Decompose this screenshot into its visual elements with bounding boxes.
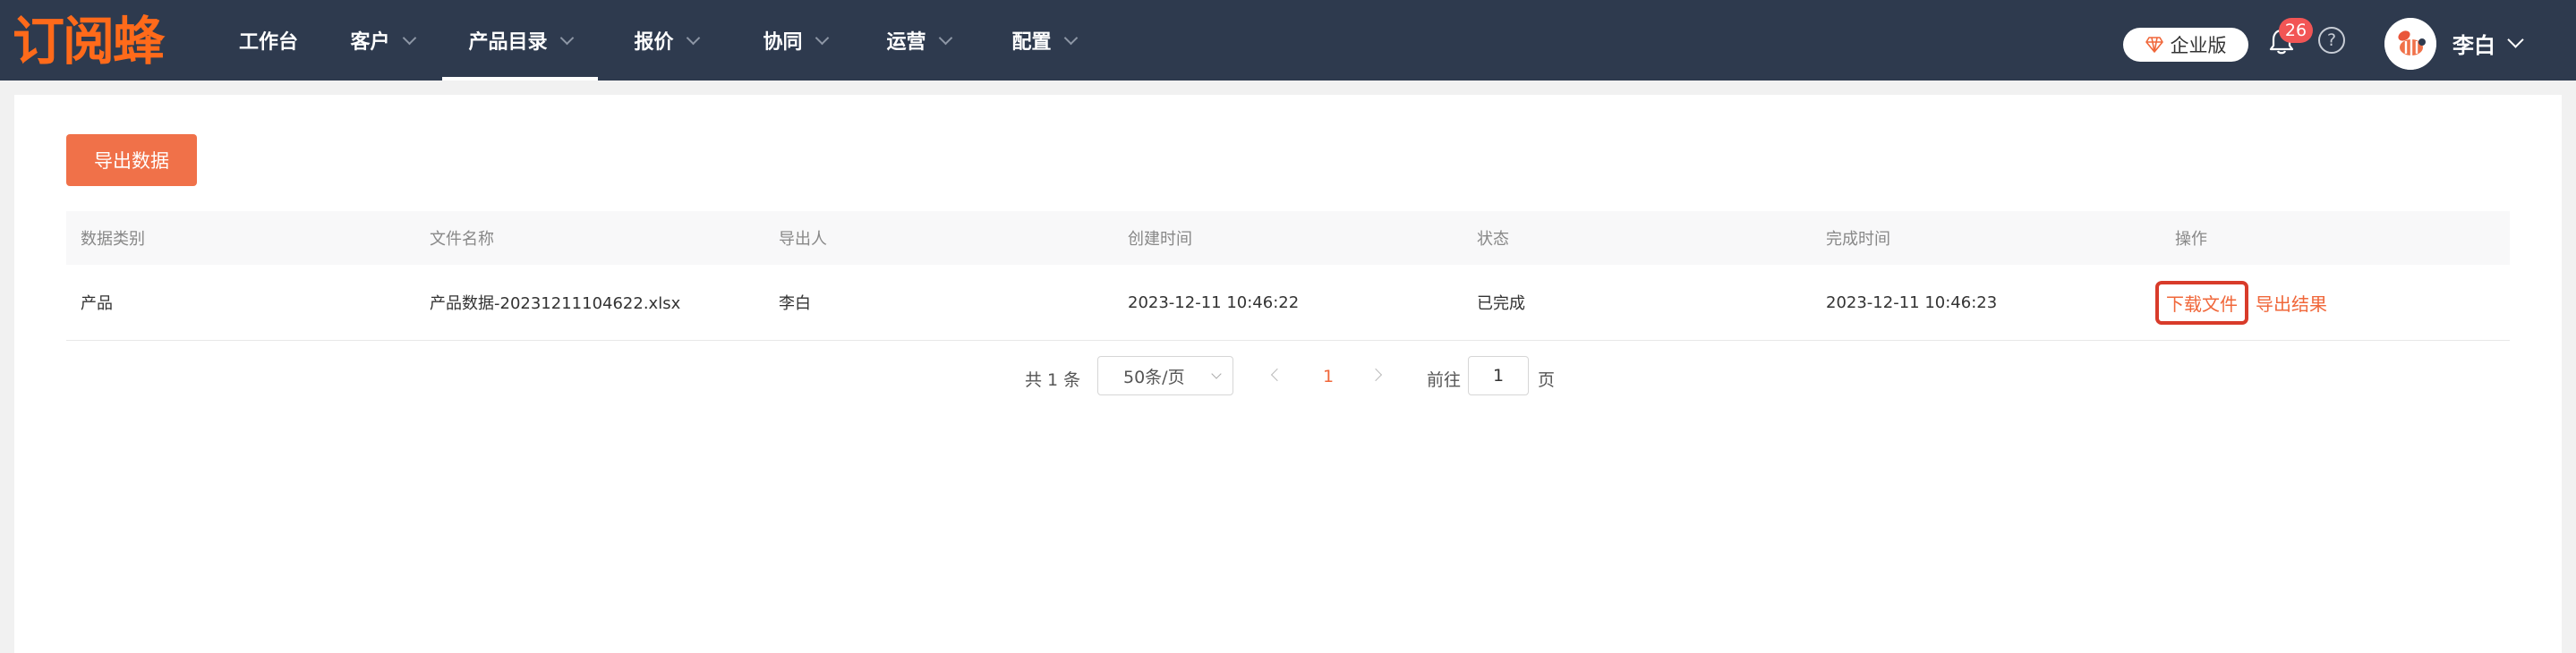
pagination-total: 共 1 条 [1025,370,1081,390]
chevron-down-icon [402,30,416,45]
chevron-down-icon [938,30,952,45]
column-header: 完成时间 [1826,230,1890,249]
nav-item-workbench[interactable]: 工作台 [215,0,322,81]
page-number-current[interactable]: 1 [1323,367,1334,386]
export-result-link[interactable]: 导出结果 [2256,290,2327,316]
column-header: 文件名称 [430,230,494,249]
brand-logo[interactable]: 订阅蜂 [13,9,209,72]
cell-completed-at: 2023-12-11 10:46:23 [1826,293,1998,312]
goto-unit-label: 页 [1538,370,1556,390]
next-page-icon[interactable] [1369,368,1383,382]
top-nav-bar: 订阅蜂 工作台 客户 产品目录 报价 协同 运营 配置 企业版 26 ? 李白 [0,0,2576,81]
column-header: 数据类别 [81,230,145,249]
edition-badge-button[interactable]: 企业版 [2123,28,2248,62]
nav-item-customers[interactable]: 客户 [322,0,442,81]
help-symbol: ? [2326,30,2337,50]
help-icon[interactable]: ? [2318,27,2345,54]
download-file-link[interactable]: 下载文件 [2155,280,2248,325]
table-header: 数据类别 文件名称 导出人 创建时间 状态 完成时间 操作 [66,211,2510,265]
table-row: 产品 产品数据-20231211104622.xlsx 李白 2023-12-1… [66,265,2510,341]
cell-created-at: 2023-12-11 10:46:22 [1128,293,1300,312]
main-nav: 工作台 客户 产品目录 报价 协同 运营 配置 [215,0,1106,81]
nav-item-label: 运营 [886,31,926,54]
logo-wordmark-icon: 订阅蜂 [13,11,167,72]
nav-item-operations[interactable]: 运营 [856,0,981,81]
export-records-table: 数据类别 文件名称 导出人 创建时间 状态 完成时间 操作 产品 产品数据-20… [66,211,2510,341]
cell-exporter: 李白 [779,294,811,313]
goto-label: 前往 [1427,370,1462,390]
column-header: 导出人 [779,230,827,249]
nav-item-label: 客户 [350,31,390,54]
export-data-button[interactable]: 导出数据 [66,134,197,186]
nav-item-label: 配置 [1011,31,1052,54]
bee-avatar-icon [2384,18,2436,70]
cell-category: 产品 [81,294,113,313]
diamond-icon [2145,37,2163,53]
chevron-down-icon [686,30,700,45]
nav-item-settings[interactable]: 配置 [981,0,1106,81]
goto-page-input[interactable] [1468,356,1529,395]
edition-label: 企业版 [2170,35,2227,56]
nav-item-label: 产品目录 [468,31,548,54]
chevron-down-icon [1211,369,1222,379]
column-header: 创建时间 [1128,230,1192,249]
cell-file-name: 产品数据-20231211104622.xlsx [430,294,681,313]
chevron-down-icon [2507,31,2524,48]
page-size-select[interactable]: 50条/页 [1097,356,1233,395]
svg-text:订阅蜂: 订阅蜂 [13,11,166,72]
nav-item-label: 报价 [634,31,674,54]
chevron-down-icon [1063,30,1078,45]
export-records-panel: 导出数据 数据类别 文件名称 导出人 创建时间 状态 完成时间 操作 产品 产品… [14,95,2562,653]
notification-count-badge: 26 [2279,18,2313,43]
column-header: 操作 [2175,230,2207,249]
nav-item-label: 工作台 [238,31,298,54]
avatar[interactable] [2384,18,2436,70]
nav-item-product-catalog[interactable]: 产品目录 [442,0,598,81]
chevron-down-icon [815,30,829,45]
pagination: 共 1 条 50条/页 1 前往 页 [14,356,2562,397]
user-menu[interactable]: 李白 [2452,28,2524,59]
user-name: 李白 [2452,33,2495,58]
cell-status: 已完成 [1477,294,1525,313]
nav-item-quotes[interactable]: 报价 [598,0,734,81]
prev-page-icon[interactable] [1270,368,1284,382]
page-size-value: 50条/页 [1123,367,1185,387]
nav-item-label: 协同 [763,31,803,54]
cell-actions: 下载文件 导出结果 [2155,280,2510,325]
column-header: 状态 [1477,230,1509,249]
nav-item-collaboration[interactable]: 协同 [734,0,856,81]
chevron-down-icon [559,30,574,45]
